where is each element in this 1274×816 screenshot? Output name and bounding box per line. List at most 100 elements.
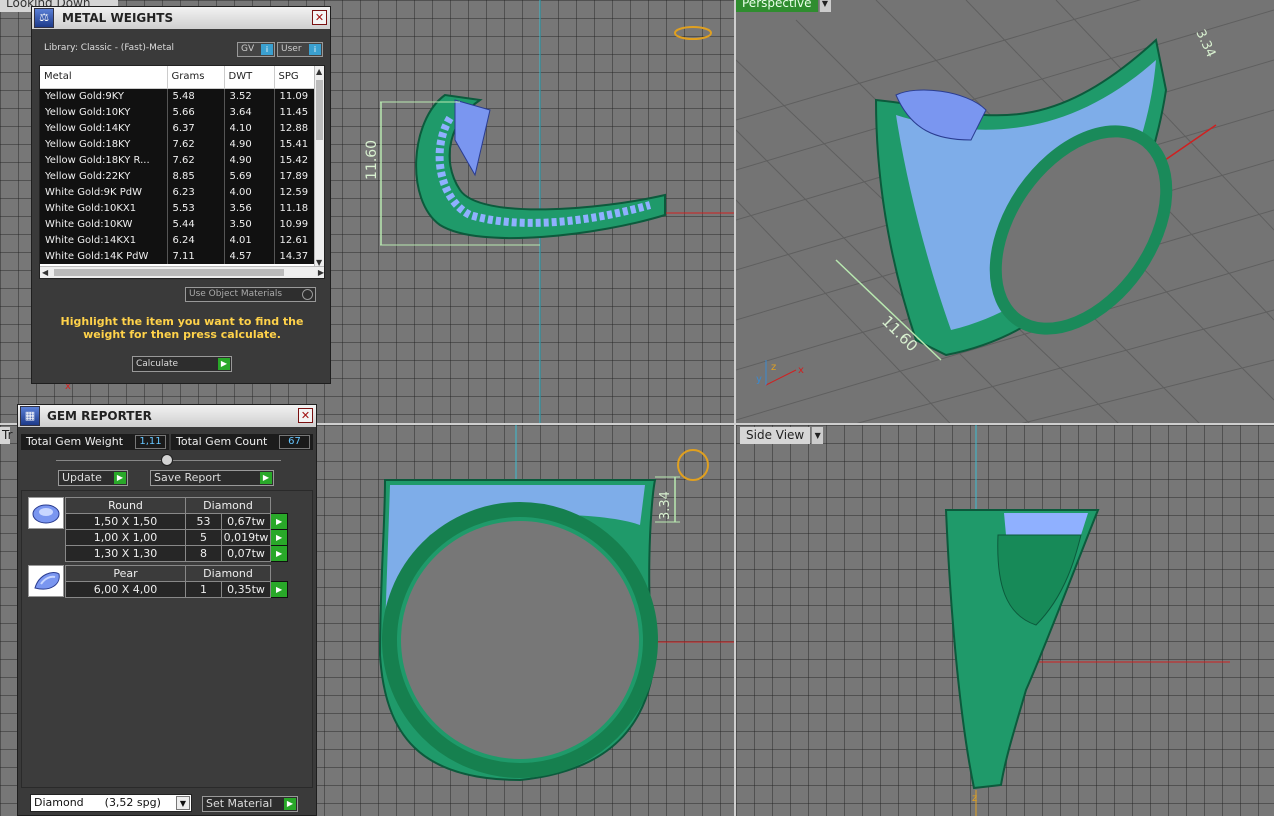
select-gems-button[interactable]: ▶ (270, 513, 289, 530)
viewport-perspective-label-text: Perspective (742, 0, 812, 10)
scroll-up-icon[interactable]: ▲ (316, 67, 322, 76)
total-gem-weight-label: Total Gem Weight (26, 435, 124, 448)
metal-name: White Gold:10KX1 (40, 200, 168, 216)
save-report-button[interactable]: Save Report ▶ (150, 470, 274, 486)
column-header[interactable]: DWT (224, 66, 275, 89)
viewport-divider-vertical[interactable] (734, 0, 736, 816)
gv-toggle-label: GV (241, 44, 255, 54)
table-row[interactable]: 1,30 X 1,30 8 0,07tw ▶ (65, 545, 289, 562)
scroll-thumb[interactable] (316, 80, 323, 140)
metal-grams: 5.66 (167, 104, 225, 120)
gem-size: 1,00 X 1,00 (65, 529, 186, 546)
table-row[interactable]: Yellow Gold:14KY 6.37 4.10 12.88 (40, 120, 317, 136)
gv-toggle[interactable]: GV i (237, 42, 275, 57)
metal-table-container[interactable]: Metal Grams DWT SPG Yellow Gold:9KY 5.48 3.52… (39, 65, 325, 279)
gem-group-pear: Pear Diamond 6,00 X 4,00 1 0,35tw ▶ (65, 565, 289, 598)
total-gem-count-label: Total Gem Count (176, 435, 268, 448)
table-row[interactable]: 1,50 X 1,50 53 0,67tw ▶ (65, 513, 289, 530)
chevron-down-icon[interactable]: ▼ (818, 0, 831, 12)
table-row[interactable]: Yellow Gold:10KY 5.66 3.64 11.45 (40, 104, 317, 120)
table-row[interactable]: White Gold:9K PdW 6.23 4.00 12.59 (40, 184, 317, 200)
metal-table-vertical-scrollbar[interactable]: ▲ ▼ (314, 66, 324, 268)
select-gems-button[interactable]: ▶ (270, 545, 289, 562)
metal-dwt: 4.00 (224, 184, 275, 200)
metal-dwt: 3.50 (224, 216, 275, 232)
select-gems-button[interactable]: ▶ (270, 529, 289, 546)
close-icon[interactable]: ✕ (298, 408, 313, 423)
scroll-thumb[interactable] (54, 269, 284, 276)
viewport-front-label[interactable]: Tr (0, 427, 13, 444)
instruction-text: Highlight the item you want to find the … (60, 315, 304, 341)
metal-grams: 7.62 (167, 136, 225, 152)
panel-title: METAL WEIGHTS (62, 11, 174, 25)
metal-weights-icon: ⚖ (34, 8, 54, 28)
use-object-materials-checkbox[interactable]: Use Object Materials (185, 287, 316, 302)
play-icon: ▶ (284, 798, 296, 810)
column-header[interactable]: Grams (167, 66, 225, 89)
viewport-side[interactable]: z Side View ▼ (736, 425, 1274, 816)
table-row[interactable]: 6,00 X 4,00 1 0,35tw ▶ (65, 581, 289, 598)
dimension-label-thickness: 3.34 (658, 491, 673, 520)
table-row[interactable]: 1,00 X 1,00 5 0,019tw ▶ (65, 529, 289, 546)
metal-dwt: 4.01 (224, 232, 275, 248)
metal-spg: 12.61 (274, 232, 317, 248)
close-icon[interactable]: ✕ (312, 10, 327, 25)
radio-icon (302, 289, 313, 300)
set-material-button-label: Set Material (206, 797, 273, 810)
viewport-side-label[interactable]: Side View ▼ (740, 427, 824, 444)
metal-dwt: 5.69 (224, 168, 275, 184)
gem-count: 5 (185, 529, 222, 546)
material-select[interactable]: Diamond (3,52 spg) ▼ (30, 794, 192, 812)
metal-name: Yellow Gold:14KY (40, 120, 168, 136)
metal-dwt: 3.56 (224, 200, 275, 216)
set-material-button[interactable]: Set Material ▶ (202, 796, 298, 812)
total-gem-count: Total Gem Count 67 (171, 434, 313, 450)
metal-spg: 11.18 (274, 200, 317, 216)
chevron-down-icon[interactable]: ▼ (176, 796, 190, 810)
scroll-right-icon[interactable]: ▶ (318, 268, 324, 277)
gem-reporter-titlebar[interactable]: ▦ GEM REPORTER ✕ (18, 405, 316, 427)
column-header[interactable]: Metal (40, 66, 168, 89)
slider-handle[interactable] (161, 454, 173, 466)
column-header[interactable]: SPG (274, 66, 317, 89)
metal-weights-titlebar[interactable]: ⚖ METAL WEIGHTS ✕ (32, 7, 330, 29)
axis-x-label: x (798, 365, 804, 376)
metal-grams: 6.37 (167, 120, 225, 136)
dimension-label-thickness: 3.34 (1192, 27, 1218, 60)
metal-name: White Gold:14KX1 (40, 232, 168, 248)
total-gem-weight-value: 1,11 (135, 435, 166, 449)
table-row[interactable]: Yellow Gold:22KY 8.85 5.69 17.89 (40, 168, 317, 184)
axis-z-label: z (771, 362, 776, 373)
viewport-perspective[interactable]: 11.60 3.34 x z y Perspective ▼ (736, 0, 1274, 423)
metal-weights-panel: ⚖ METAL WEIGHTS ✕ Library: Classic - (Fa… (31, 6, 331, 384)
metal-spg: 15.42 (274, 152, 317, 168)
metal-name: Yellow Gold:18KY (40, 136, 168, 152)
material-select-value: Diamond (3,52 spg) (34, 796, 161, 809)
calculate-button[interactable]: Calculate ▶ (132, 356, 232, 372)
table-row[interactable]: Yellow Gold:9KY 5.48 3.52 11.09 (40, 88, 317, 104)
metal-grams: 5.48 (167, 88, 225, 104)
user-toggle[interactable]: User i (277, 42, 323, 57)
metal-table-horizontal-scrollbar[interactable]: ◀ ▶ (40, 266, 324, 278)
table-row[interactable]: White Gold:14KX1 6.24 4.01 12.61 (40, 232, 317, 248)
scroll-left-icon[interactable]: ◀ (42, 268, 48, 277)
gem-group-round: Round Diamond 1,50 X 1,50 53 0,67tw ▶ 1,… (65, 497, 289, 562)
table-row[interactable]: White Gold:10KX1 5.53 3.56 11.18 (40, 200, 317, 216)
perspective-ring-render: 11.60 3.34 x z y (736, 0, 1274, 423)
gem-shape-label: Pear (65, 565, 186, 582)
gem-reporter-panel: ▦ GEM REPORTER ✕ Total Gem Weight 1,11 T… (17, 404, 317, 816)
table-row[interactable]: White Gold:10KW 5.44 3.50 10.99 (40, 216, 317, 232)
table-row[interactable]: White Gold:14K PdW 7.11 4.57 14.37 (40, 248, 317, 264)
metal-table: Metal Grams DWT SPG Yellow Gold:9KY 5.48 3.52… (40, 66, 317, 264)
table-row[interactable]: Yellow Gold:18KY 7.62 4.90 15.41 (40, 136, 317, 152)
update-button[interactable]: Update ▶ (58, 470, 128, 486)
select-gems-button[interactable]: ▶ (270, 581, 289, 598)
metal-grams: 6.23 (167, 184, 225, 200)
info-icon: i (309, 44, 321, 55)
use-object-materials-label: Use Object Materials (189, 289, 283, 299)
jewelry-cad-app: 11.60 x Looking Down 11.60 3.34 x z y Pe… (0, 0, 1274, 816)
chevron-down-icon[interactable]: ▼ (811, 427, 824, 444)
table-row[interactable]: Yellow Gold:18KY R... 7.62 4.90 15.42 (40, 152, 317, 168)
gem-reporter-icon: ▦ (20, 406, 40, 426)
viewport-perspective-label[interactable]: Perspective ▼ (736, 0, 831, 12)
